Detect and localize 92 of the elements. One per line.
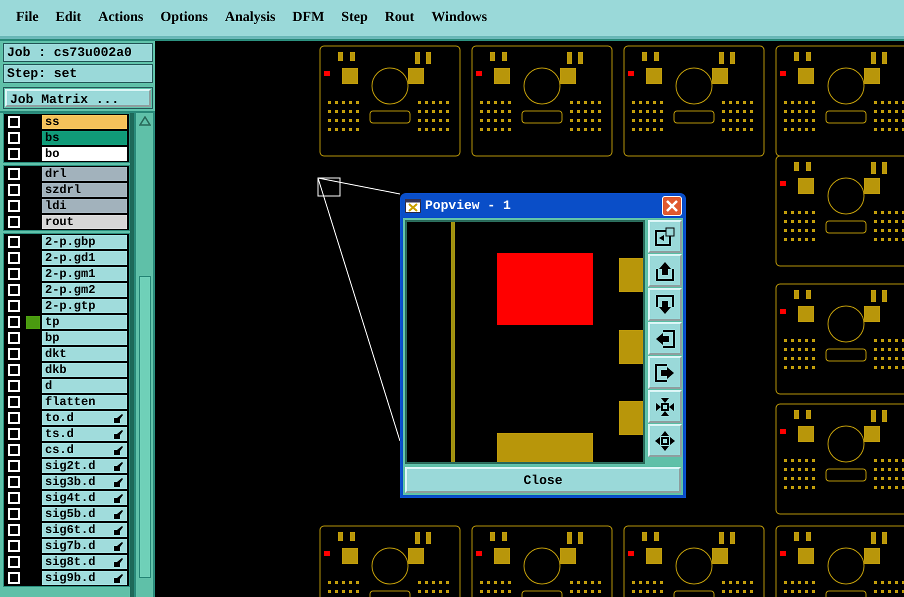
tool-button[interactable]: [648, 356, 682, 389]
layer-name[interactable]: drl: [42, 167, 127, 181]
layer-checkbox[interactable]: [8, 300, 20, 312]
layer-name[interactable]: sig4t.d: [42, 491, 127, 505]
tool-button[interactable]: [648, 288, 682, 321]
zoom-back-icon: [654, 226, 676, 248]
menu-item[interactable]: Rout: [378, 8, 420, 28]
layer-checkbox[interactable]: [8, 556, 20, 568]
arrow-left-icon: [654, 328, 676, 350]
arrows-inward-icon: [654, 396, 676, 418]
layer-checkbox[interactable]: [8, 116, 20, 128]
arrow-right-icon: [654, 362, 676, 384]
layer-name[interactable]: tp: [42, 315, 127, 329]
menu-item[interactable]: Actions: [92, 8, 150, 28]
layer-checkbox[interactable]: [8, 132, 20, 144]
layer-checkbox[interactable]: [8, 412, 20, 424]
window-title: Popview - 1: [425, 198, 512, 213]
menu-item[interactable]: DFM: [286, 8, 330, 28]
layer-name[interactable]: rout: [42, 215, 127, 229]
layer-name[interactable]: bo: [42, 147, 127, 161]
tool-button[interactable]: [648, 254, 682, 287]
layer-checkbox[interactable]: [8, 268, 20, 280]
layer-name[interactable]: bp: [42, 331, 127, 345]
layer-checkbox[interactable]: [8, 572, 20, 584]
layer-checkbox[interactable]: [8, 508, 20, 520]
arrows-outward-icon: [654, 430, 676, 452]
arrow-down-icon: [654, 294, 676, 316]
layer-checkbox[interactable]: [8, 540, 20, 552]
scrollbar[interactable]: [134, 113, 155, 597]
layer-checkbox[interactable]: [8, 184, 20, 196]
close-icon: [666, 200, 678, 212]
layer-name[interactable]: sig6t.d: [42, 523, 127, 537]
layer-name[interactable]: ts.d: [42, 427, 127, 441]
menu-item[interactable]: Edit: [50, 8, 88, 28]
window-icon: [405, 198, 421, 212]
layer-checkbox[interactable]: [8, 168, 20, 180]
tool-button[interactable]: [648, 424, 682, 457]
tool-button[interactable]: [648, 390, 682, 423]
layer-name[interactable]: szdrl: [42, 183, 127, 197]
close-icon-button[interactable]: [662, 196, 682, 216]
layer-name[interactable]: ldi: [42, 199, 127, 213]
layer-name[interactable]: cs.d: [42, 443, 127, 457]
layer-checkbox[interactable]: [8, 444, 20, 456]
layer-name[interactable]: d: [42, 379, 127, 393]
menu-item[interactable]: Analysis: [218, 8, 282, 28]
layer-name[interactable]: sig9b.d: [42, 571, 127, 585]
layer-name[interactable]: 2-p.gm2: [42, 283, 127, 297]
layer-name[interactable]: dkb: [42, 363, 127, 377]
scrollbar-thumb[interactable]: [138, 276, 150, 578]
layer-name[interactable]: 2-p.gm1: [42, 267, 127, 281]
tool-button[interactable]: [648, 322, 682, 355]
layer-checkbox[interactable]: [8, 460, 20, 472]
layer-name[interactable]: 2-p.gbp: [42, 235, 127, 249]
layer-checkbox[interactable]: [8, 364, 20, 376]
layer-checkbox[interactable]: [8, 396, 20, 408]
layer-name[interactable]: sig8t.d: [42, 555, 127, 569]
layer-checkbox[interactable]: [8, 492, 20, 504]
menu-item[interactable]: Windows: [425, 8, 494, 28]
layer-checkbox[interactable]: [8, 380, 20, 392]
menu-item[interactable]: Step: [335, 8, 374, 28]
layer-checkbox[interactable]: [8, 236, 20, 248]
layer-checkbox[interactable]: [8, 476, 20, 488]
tool-button[interactable]: [648, 220, 682, 253]
layer-name[interactable]: sig7b.d: [42, 539, 127, 553]
layer-name[interactable]: dkt: [42, 347, 127, 361]
layer-checkbox[interactable]: [8, 216, 20, 228]
layer-checkbox[interactable]: [8, 200, 20, 212]
layer-checkbox[interactable]: [8, 524, 20, 536]
step-label: Step: set: [3, 64, 153, 83]
layer-name[interactable]: sig3b.d: [42, 475, 127, 489]
layer-name[interactable]: to.d: [42, 411, 127, 425]
layer-name[interactable]: 2-p.gd1: [42, 251, 127, 265]
menu-item[interactable]: File: [10, 8, 45, 28]
layer-name[interactable]: sig2t.d: [42, 459, 127, 473]
layer-checkbox[interactable]: [8, 252, 20, 264]
layer-name[interactable]: 2-p.gtp: [42, 299, 127, 313]
layer-checkbox[interactable]: [8, 148, 20, 160]
close-button[interactable]: Close: [405, 467, 681, 493]
layer-checkbox[interactable]: [8, 332, 20, 344]
layer-name[interactable]: ss: [42, 115, 127, 129]
layer-name[interactable]: flatten: [42, 395, 127, 409]
layer-checkbox[interactable]: [8, 428, 20, 440]
job-matrix-button[interactable]: Job Matrix ...: [5, 89, 151, 107]
layer-name[interactable]: sig5b.d: [42, 507, 127, 521]
menu-item[interactable]: Options: [154, 8, 214, 28]
arrow-up-icon: [654, 260, 676, 282]
scroll-up-arrow-icon[interactable]: [138, 116, 150, 126]
layer-checkbox[interactable]: [8, 348, 20, 360]
job-label: Job : cs73u002a0: [3, 43, 153, 62]
layer-checkbox[interactable]: [8, 316, 20, 328]
layer-checkbox[interactable]: [8, 284, 20, 296]
layer-name[interactable]: bs: [42, 131, 127, 145]
